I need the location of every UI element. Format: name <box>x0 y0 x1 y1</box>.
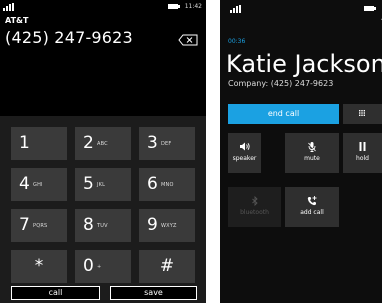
key-digit: 5 <box>83 174 94 194</box>
contact-name: Katie Jackson <box>226 50 382 78</box>
bluetooth-label: bluetooth <box>240 209 269 216</box>
key-digit: 1 <box>19 133 30 153</box>
key-letters: ABC <box>97 141 108 147</box>
key-digit: 9 <box>147 215 158 235</box>
hold-button[interactable]: hold <box>343 133 382 173</box>
key-digit: 0 <box>83 256 94 276</box>
carrier-name: AT&T <box>5 16 29 25</box>
key-1[interactable]: 1 <box>11 127 67 160</box>
keypad: 1 2 ABC 3 DEF 4 GHI 5 JKL 6 MNO 7 PQRS 8 <box>0 116 206 303</box>
key-letters: MNO <box>161 182 174 188</box>
status-bar: 11:42 <box>0 0 206 14</box>
bluetooth-icon <box>228 196 281 206</box>
mute-icon <box>285 142 339 152</box>
add-call-icon <box>285 196 339 206</box>
key-letters: DEF <box>161 141 172 147</box>
contact-detail: Company: (425) 247-9623 <box>228 79 334 88</box>
clock: 11:42 <box>184 3 202 10</box>
backspace-button[interactable] <box>178 31 198 46</box>
save-button[interactable]: save <box>110 286 197 300</box>
pause-icon <box>343 142 382 151</box>
key-letters: TUV <box>97 223 108 229</box>
status-bar: A <box>220 0 382 22</box>
key-9[interactable]: 9 WXYZ <box>139 209 195 242</box>
key-digit: # <box>159 256 175 276</box>
key-digit: 4 <box>19 174 30 194</box>
speaker-button[interactable]: speaker <box>228 133 261 173</box>
speaker-label: speaker <box>232 155 257 162</box>
bluetooth-button[interactable]: bluetooth <box>228 187 281 227</box>
key-letters: JKL <box>97 182 106 188</box>
mute-label: mute <box>304 155 320 162</box>
key-letters: GHI <box>33 182 43 188</box>
keypad-button[interactable] <box>343 104 382 124</box>
key-letters: + <box>97 264 102 270</box>
key-hash[interactable]: # <box>139 250 195 283</box>
key-digit: 3 <box>147 133 158 153</box>
key-7[interactable]: 7 PQRS <box>11 209 67 242</box>
hold-label: hold <box>356 155 369 162</box>
key-5[interactable]: 5 JKL <box>75 168 131 201</box>
battery-icon <box>168 4 180 9</box>
key-digit: 2 <box>83 133 94 153</box>
key-digit: 8 <box>83 215 94 235</box>
key-3[interactable]: 3 DEF <box>139 127 195 160</box>
call-button[interactable]: call <box>11 286 100 300</box>
speaker-icon <box>228 142 261 151</box>
in-call-screen: A 00:36 Katie Jackson Company: (425) 247… <box>220 0 382 303</box>
key-6[interactable]: 6 MNO <box>139 168 195 201</box>
key-2[interactable]: 2 ABC <box>75 127 131 160</box>
key-digit: 6 <box>147 174 158 194</box>
key-8[interactable]: 8 TUV <box>75 209 131 242</box>
signal-icon <box>230 5 242 13</box>
dialed-number: (425) 247-9623 <box>5 28 133 47</box>
key-letters: PQRS <box>33 223 48 229</box>
add-call-label: add call <box>300 209 324 216</box>
key-digit: 7 <box>19 215 30 235</box>
battery-icon <box>364 6 376 11</box>
end-call-button[interactable]: end call <box>228 104 339 124</box>
add-call-button[interactable]: add call <box>285 187 339 227</box>
mute-button[interactable]: mute <box>285 133 339 173</box>
key-digit: * <box>34 256 44 276</box>
call-duration: 00:36 <box>228 38 246 45</box>
signal-icon <box>3 3 15 11</box>
key-letters: WXYZ <box>161 223 177 229</box>
key-0[interactable]: 0 + <box>75 250 131 283</box>
keypad-icon <box>359 110 365 116</box>
dialer-screen: 11:42 AT&T (425) 247-9623 1 2 ABC 3 DEF … <box>0 0 206 303</box>
key-4[interactable]: 4 GHI <box>11 168 67 201</box>
backspace-icon <box>178 34 198 46</box>
key-star[interactable]: * <box>11 250 67 283</box>
